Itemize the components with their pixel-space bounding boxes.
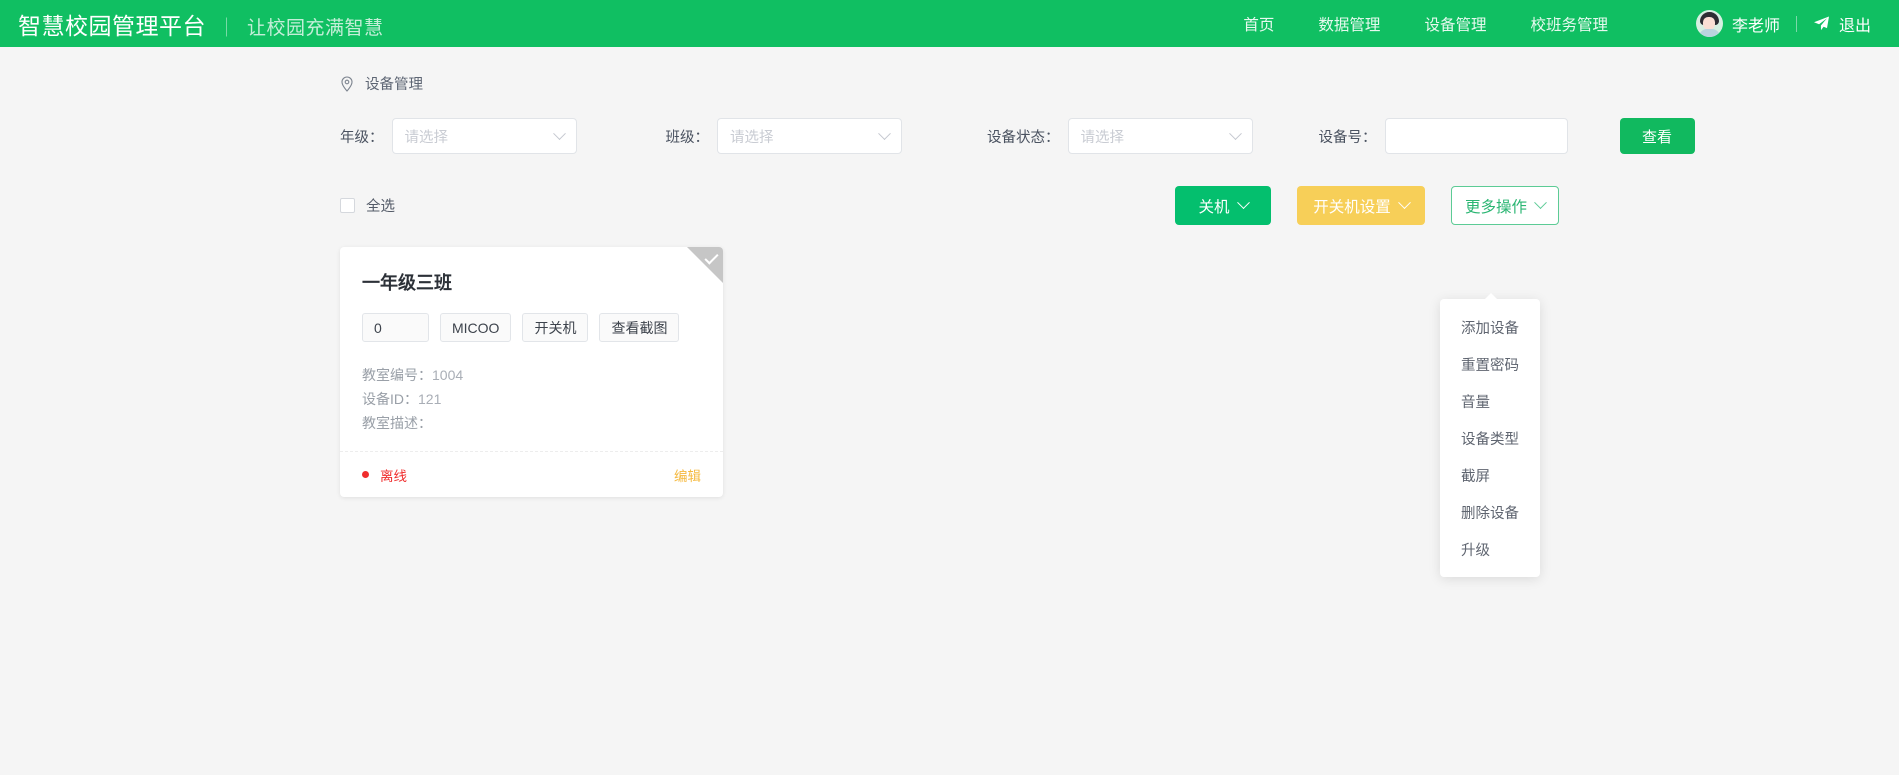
meta-room-description: 教室描述： <box>362 411 701 435</box>
main-nav: 首页 数据管理 设备管理 校班务管理 李老师 退出 <box>1233 10 1871 37</box>
user-name: 李老师 <box>1731 17 1780 35</box>
device-card-body: 一年级三班 0 MICOO 开关机 查看截图 教室编号：1004 设备ID：12… <box>340 247 723 435</box>
device-status-select-value: 请选择 <box>1080 129 1125 146</box>
filter-device-status: 设备状态： 请选择 <box>987 118 1253 154</box>
brand-subtitle: 让校园充满智慧 <box>247 17 384 39</box>
meta-room-description-key: 教室描述： <box>362 415 432 431</box>
filter-class: 班级： 请选择 <box>665 118 902 154</box>
device-card-meta: 教室编号：1004 设备ID：121 教室描述： <box>362 363 701 435</box>
dropdown-item-add-device[interactable]: 添加设备 <box>1440 309 1540 346</box>
brand-separator: ｜ <box>217 17 237 39</box>
more-actions-dropdown: 添加设备 重置密码 音量 设备类型 截屏 删除设备 升级 <box>1440 293 1540 577</box>
chevron-down-icon <box>552 126 566 140</box>
meta-room-number-key: 教室编号： <box>362 367 432 383</box>
filter-grade: 年级： 请选择 <box>340 118 577 154</box>
filter-device-no: 设备号： <box>1319 118 1568 154</box>
edit-link[interactable]: 编辑 <box>674 465 701 485</box>
brand-title: 智慧校园管理平台 <box>18 12 206 39</box>
meta-device-id-value: 121 <box>418 391 442 407</box>
page-body: 设备管理 年级： 请选择 班级： 请选择 设备状态： 请选择 设备号： 查看 全… <box>0 47 1899 577</box>
action-toolbar: 全选 关机 开关机设置 更多操作 <box>0 154 1899 225</box>
dropdown-item-upgrade[interactable]: 升级 <box>1440 531 1540 568</box>
shutdown-button[interactable]: 关机 <box>1175 186 1271 225</box>
dropdown-item-reset-password[interactable]: 重置密码 <box>1440 346 1540 383</box>
grade-select-value: 请选择 <box>404 129 449 146</box>
device-status-select[interactable]: 请选择 <box>1067 118 1253 154</box>
nav-item-home[interactable]: 首页 <box>1233 13 1296 35</box>
select-all-checkbox[interactable] <box>340 198 355 213</box>
device-tag-count[interactable]: 0 <box>362 313 429 342</box>
user-avatar-icon <box>1695 10 1723 37</box>
dropdown-item-screenshot[interactable]: 截屏 <box>1440 457 1540 494</box>
dropdown-item-volume[interactable]: 音量 <box>1440 383 1540 420</box>
user-area: 李老师 退出 <box>1695 10 1871 37</box>
breadcrumb-label: 设备管理 <box>365 77 423 93</box>
device-card[interactable]: 一年级三班 0 MICOO 开关机 查看截图 教室编号：1004 设备ID：12… <box>340 247 723 497</box>
meta-device-id: 设备ID：121 <box>362 387 701 411</box>
grade-label: 年级： <box>340 129 384 146</box>
header-divider <box>1795 15 1797 32</box>
bulk-action-buttons: 关机 开关机设置 更多操作 <box>1175 186 1559 225</box>
shutdown-button-label: 关机 <box>1198 198 1230 216</box>
device-no-label: 设备号： <box>1318 129 1377 146</box>
meta-room-number: 教室编号：1004 <box>362 363 701 387</box>
filter-bar: 年级： 请选择 班级： 请选择 设备状态： 请选择 设备号： 查看 <box>0 94 1899 154</box>
status-label: 离线 <box>380 468 407 484</box>
status-dot-icon <box>362 471 369 478</box>
chevron-down-icon <box>878 126 891 140</box>
device-tag-brand[interactable]: MICOO <box>440 313 512 342</box>
chevron-down-icon <box>1534 196 1547 210</box>
select-all-label: 全选 <box>366 199 395 215</box>
class-select[interactable]: 请选择 <box>717 118 902 154</box>
nav-item-data-management[interactable]: 数据管理 <box>1296 13 1402 35</box>
location-pin-icon <box>340 75 354 92</box>
device-tag-power[interactable]: 开关机 <box>522 313 589 342</box>
grade-select[interactable]: 请选择 <box>391 118 577 154</box>
meta-device-id-key: 设备ID： <box>362 391 418 407</box>
more-actions-button-label: 更多操作 <box>1464 198 1527 216</box>
chevron-down-icon <box>1228 126 1242 140</box>
meta-room-number-value: 1004 <box>432 367 464 383</box>
card-select-corner[interactable] <box>687 247 723 283</box>
search-button[interactable]: 查看 <box>1619 118 1695 154</box>
chevron-down-icon <box>1397 196 1411 210</box>
more-actions-button[interactable]: 更多操作 <box>1451 186 1559 225</box>
device-tag-view-screenshot[interactable]: 查看截图 <box>599 313 680 342</box>
power-settings-button-label: 开关机设置 <box>1313 198 1391 216</box>
device-no-input[interactable] <box>1384 118 1568 154</box>
device-status-label: 设备状态： <box>987 129 1060 146</box>
device-card-footer: 离线 编辑 <box>340 451 723 497</box>
device-card-tags: 0 MICOO 开关机 查看截图 <box>362 313 701 342</box>
breadcrumb: 设备管理 <box>0 47 1899 94</box>
paper-plane-icon <box>1813 15 1830 32</box>
brand: 智慧校园管理平台 ｜ 让校园充满智慧 <box>18 7 384 41</box>
dropdown-item-device-type[interactable]: 设备类型 <box>1440 420 1540 457</box>
dropdown-item-delete-device[interactable]: 删除设备 <box>1440 494 1540 531</box>
device-card-list: 一年级三班 0 MICOO 开关机 查看截图 教室编号：1004 设备ID：12… <box>0 225 1899 497</box>
select-all-control[interactable]: 全选 <box>340 195 395 216</box>
class-label: 班级： <box>665 129 710 146</box>
nav-item-school-class-management[interactable]: 校班务管理 <box>1508 13 1630 35</box>
power-settings-button[interactable]: 开关机设置 <box>1297 186 1425 225</box>
class-select-value: 请选择 <box>730 129 774 146</box>
nav-item-device-management[interactable]: 设备管理 <box>1402 13 1508 35</box>
chevron-down-icon <box>1236 196 1250 210</box>
logout-button[interactable]: 退出 <box>1839 12 1871 36</box>
status-badge: 离线 <box>362 465 407 485</box>
top-header: 智慧校园管理平台 ｜ 让校园充满智慧 首页 数据管理 设备管理 校班务管理 李老… <box>0 0 1899 47</box>
device-card-title: 一年级三班 <box>362 273 452 293</box>
